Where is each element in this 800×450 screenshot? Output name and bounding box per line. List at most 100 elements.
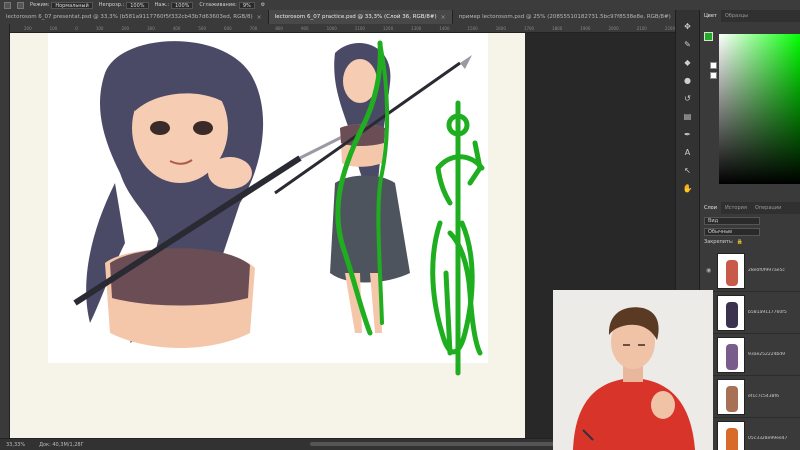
eye-icon[interactable]: ◉	[706, 267, 714, 274]
flow-control: Наж.: 100%	[154, 1, 194, 9]
close-icon[interactable]: ×	[257, 14, 262, 21]
ruler-mark: 1500	[467, 25, 478, 31]
ruler-mark: 1900	[580, 25, 591, 31]
color-panel-tabs: Цвет Образцы	[700, 10, 800, 22]
photoshop-window: Режим: Нормальный Непрозр.: 100% Наж.: 1…	[0, 0, 800, 450]
lock-icon[interactable]: 🔒	[737, 239, 743, 245]
tab-practice[interactable]: lectorosom 6_07 practice.psd @ 33,3% (Сл…	[268, 10, 453, 24]
layer-name: b581a9117760f5	[748, 310, 787, 315]
tab-label: lectorosom 6_07 practice.psd @ 33,3% (Сл…	[274, 14, 437, 20]
vertical-ruler	[0, 24, 10, 438]
layer-row[interactable]: ◉05c3328e99ee47	[700, 418, 800, 450]
opacity-label: Непрозр.:	[98, 2, 125, 8]
ruler-mark: 200	[121, 25, 130, 31]
layer-thumbnail	[717, 336, 745, 373]
layer-name: ef1c7c5438f6	[748, 394, 779, 399]
tab-color[interactable]: Цвет	[700, 10, 721, 22]
brush-settings-icon[interactable]	[17, 1, 24, 9]
ruler-mark: 1300	[411, 25, 422, 31]
ruler-mark: 100	[49, 25, 58, 31]
color-swatches	[702, 30, 717, 79]
paint-bucket-icon[interactable]: ◆	[682, 56, 694, 68]
pen-icon[interactable]: ✒	[682, 128, 694, 140]
tab-example[interactable]: пример lectorosom.psd @ 25% (20855510182…	[452, 10, 687, 24]
smoothing-label: Сглаживание:	[199, 2, 237, 8]
presenter-video	[553, 290, 713, 450]
layer-name: 28e0f0f997ae5c	[748, 268, 785, 273]
tab-swatches[interactable]: Образцы	[721, 10, 752, 22]
ruler-mark: 500	[198, 25, 207, 31]
ruler-mark: 1600	[495, 25, 506, 31]
layer-thumbnail	[717, 252, 745, 289]
layer-thumbnail	[717, 294, 745, 331]
gradient-icon[interactable]: ▤	[682, 110, 694, 122]
ruler-mark: 2100	[636, 25, 647, 31]
layer-thumbnail	[717, 420, 745, 450]
dodge-icon[interactable]: ●	[682, 74, 694, 86]
hand-icon[interactable]: ✋	[682, 182, 694, 194]
tab-layers[interactable]: Слои	[700, 202, 721, 214]
mode-select[interactable]: Нормальный	[51, 1, 93, 9]
alt-color-swatch[interactable]	[710, 72, 717, 79]
foreground-color-swatch[interactable]	[704, 32, 713, 41]
layers-panel-tabs: Слои История Операции	[700, 202, 800, 214]
text-icon[interactable]: A	[682, 146, 694, 158]
opacity-control: Непрозр.: 100%	[98, 1, 149, 9]
close-icon[interactable]: ×	[441, 14, 446, 21]
flow-label: Наж.:	[154, 2, 170, 8]
ruler-mark: 800	[275, 25, 283, 31]
move-icon[interactable]: ✥	[682, 20, 694, 32]
lock-label: Закрепить:	[704, 239, 734, 245]
webcam-overlay	[553, 290, 713, 450]
lock-row: Закрепить: 🔒	[704, 239, 797, 245]
ruler-mark: 1200	[382, 25, 394, 31]
doc-size: Док: 40,3M/1,28Г	[39, 441, 84, 448]
layer-name: 05c3328e99ee47	[748, 436, 788, 441]
brush-icon[interactable]: ✎	[682, 38, 694, 50]
ruler-mark: 1100	[354, 25, 365, 31]
path-select-icon[interactable]: ↖	[682, 164, 694, 176]
ruler-mark: 600	[224, 25, 232, 31]
tab-actions[interactable]: Операции	[751, 202, 785, 214]
layer-row[interactable]: ◉ef1c7c5438f6	[700, 376, 800, 418]
gear-icon[interactable]: ⚙	[261, 2, 265, 8]
layer-row[interactable]: ◉ 28e0f0f997ae5c	[700, 250, 800, 292]
right-panel: Цвет Образцы Слои История Операции Вид О…	[699, 10, 800, 450]
tab-label: lectorosom 6_07 presentat.psd @ 33,3% (b…	[6, 14, 253, 20]
options-bar: Режим: Нормальный Непрозр.: 100% Наж.: 1…	[0, 0, 800, 10]
layers-toolbar: Вид Обычные Закрепить: 🔒	[700, 215, 800, 245]
brush-preset-icon[interactable]	[4, 1, 11, 9]
color-picker-field[interactable]	[719, 34, 800, 184]
ruler-mark: 1800	[552, 25, 563, 31]
smoothing-control: Сглаживание: 9%	[199, 1, 255, 9]
ruler-mark: 0	[75, 25, 78, 31]
smoothing-field[interactable]: 9%	[238, 1, 255, 9]
tab-history[interactable]: История	[721, 202, 751, 214]
layer-name: 93ae252224bd9	[748, 352, 786, 357]
ruler-mark: 2200	[664, 25, 675, 31]
layer-row[interactable]: ◉93ae252224bd9	[700, 334, 800, 376]
flow-field[interactable]: 100%	[171, 1, 194, 9]
mode-control: Режим: Нормальный	[30, 1, 93, 9]
kind-filter-select[interactable]: Вид	[704, 217, 760, 225]
zoom-level[interactable]: 33,33%	[6, 442, 25, 448]
ruler-mark: 200	[24, 25, 32, 31]
layer-list: ◉ 28e0f0f997ae5c ◉b581a9117760f5◉93ae25222…	[700, 250, 800, 450]
opacity-field[interactable]: 100%	[126, 1, 149, 9]
layer-row[interactable]: ◉b581a9117760f5	[700, 292, 800, 334]
artboard	[10, 33, 525, 438]
mode-label: Режим:	[30, 2, 50, 8]
history-brush-icon[interactable]: ↺	[682, 92, 694, 104]
tab-label: пример lectorosom.psd @ 25% (20855510182…	[458, 14, 671, 20]
ruler-mark: 1400	[439, 25, 450, 31]
ruler-mark: 2000	[608, 25, 619, 31]
ruler-mark: 100	[95, 25, 104, 31]
blend-mode-select[interactable]: Обычные	[704, 228, 760, 236]
tab-presentat[interactable]: lectorosom 6_07 presentat.psd @ 33,3% (b…	[0, 10, 269, 24]
ruler-mark: 1000	[326, 25, 337, 31]
layer-thumbnail	[717, 378, 745, 415]
ruler-mark: 700	[249, 25, 258, 31]
background-color-swatch[interactable]	[710, 62, 717, 69]
ruler-mark: 900	[300, 25, 309, 31]
horizontal-scrollbar[interactable]	[310, 442, 560, 446]
